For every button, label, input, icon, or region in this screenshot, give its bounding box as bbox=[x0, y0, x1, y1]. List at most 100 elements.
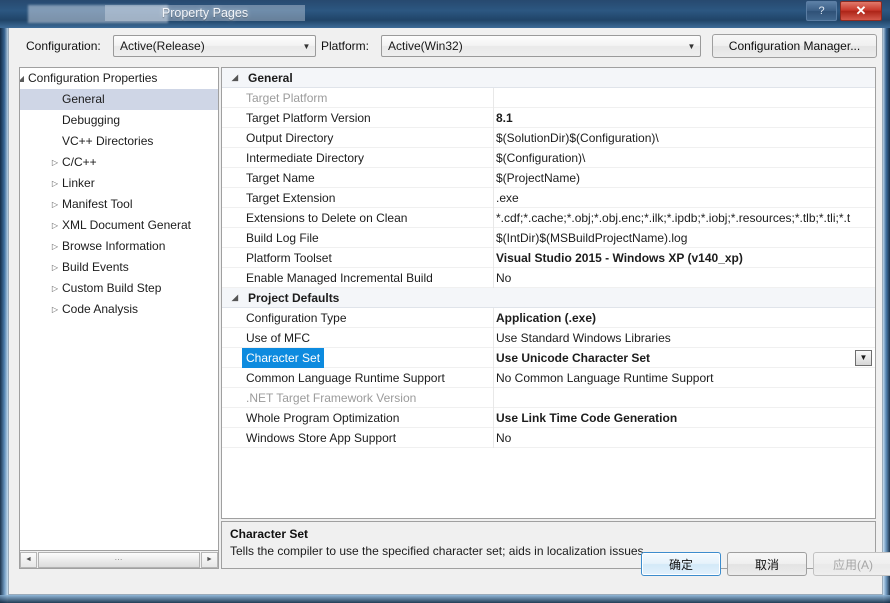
column-divider bbox=[493, 248, 494, 268]
property-value[interactable]: No bbox=[496, 428, 873, 448]
sidebar-item-label: Build Events bbox=[62, 260, 129, 274]
property-name: Output Directory bbox=[246, 131, 334, 145]
sidebar-item-custom-build-step[interactable]: ▷ Custom Build Step bbox=[20, 278, 218, 299]
sidebar-item-debugging[interactable]: Debugging bbox=[20, 110, 218, 131]
property-dropdown-button[interactable]: ▼ bbox=[855, 350, 872, 366]
property-value[interactable]: Use Unicode Character Set bbox=[496, 348, 873, 368]
column-divider bbox=[493, 308, 494, 328]
property-name: Use of MFC bbox=[246, 331, 311, 345]
window-title: Property Pages bbox=[105, 5, 305, 21]
property-grid[interactable]: ◢ General Target Platform Target Platform V… bbox=[221, 67, 876, 519]
property-name: Extensions to Delete on Clean bbox=[246, 211, 408, 225]
apply-button[interactable]: 应用(A) bbox=[813, 552, 890, 576]
sidebar-item-browse-information[interactable]: ▷ Browse Information bbox=[20, 236, 218, 257]
configuration-manager-button[interactable]: Configuration Manager... bbox=[712, 34, 877, 58]
property-row[interactable]: Target Name $(ProjectName) bbox=[222, 168, 875, 188]
property-value[interactable]: $(Configuration)\ bbox=[496, 148, 873, 168]
help-button[interactable]: ? bbox=[806, 1, 837, 21]
column-divider bbox=[493, 428, 494, 448]
property-value[interactable]: No bbox=[496, 268, 873, 288]
property-row[interactable]: Configuration Type Application (.exe) bbox=[222, 308, 875, 328]
ok-button[interactable]: 确定 bbox=[641, 552, 721, 576]
property-row[interactable]: Platform Toolset Visual Studio 2015 - Win… bbox=[222, 248, 875, 268]
scroll-left-arrow-icon[interactable]: ◄ bbox=[20, 551, 37, 568]
sidebar-item-c-c[interactable]: ▷ C/C++ bbox=[20, 152, 218, 173]
sidebar-item-label: Linker bbox=[62, 176, 95, 190]
sidebar-item-manifest-tool[interactable]: ▷ Manifest Tool bbox=[20, 194, 218, 215]
column-divider bbox=[493, 348, 494, 368]
column-divider bbox=[493, 108, 494, 128]
property-row[interactable]: Whole Program Optimization Use Link Time … bbox=[222, 408, 875, 428]
sidebar-item-label: VC++ Directories bbox=[62, 134, 154, 148]
sidebar-item-code-analysis[interactable]: ▷ Code Analysis bbox=[20, 299, 218, 320]
sidebar-item-label: General bbox=[62, 92, 105, 106]
configuration-toolbar: Configuration: Active(Release) ▼ Platfor… bbox=[9, 28, 884, 68]
property-name: Target Platform Version bbox=[246, 111, 371, 125]
sidebar-item-build-events[interactable]: ▷ Build Events bbox=[20, 257, 218, 278]
property-value[interactable]: Visual Studio 2015 - Windows XP (v140_xp… bbox=[496, 248, 873, 268]
expander-icon[interactable]: ▷ bbox=[48, 173, 62, 194]
property-name: Common Language Runtime Support bbox=[246, 371, 445, 385]
property-value[interactable]: .exe bbox=[496, 188, 873, 208]
title-bar[interactable]: Property Pages ? ✕ bbox=[0, 0, 890, 28]
expander-icon[interactable]: ◢ bbox=[228, 288, 242, 308]
sidebar-item-general[interactable]: General bbox=[20, 89, 218, 110]
property-row[interactable]: Enable Managed Incremental Build No bbox=[222, 268, 875, 288]
description-title: Character Set bbox=[230, 527, 309, 541]
window-border-left bbox=[0, 0, 8, 603]
property-value[interactable]: $(IntDir)$(MSBuildProjectName).log bbox=[496, 228, 873, 248]
cancel-button[interactable]: 取消 bbox=[727, 552, 807, 576]
property-value[interactable]: 8.1 bbox=[496, 108, 873, 128]
property-row[interactable]: Use of MFC Use Standard Windows Libraries bbox=[222, 328, 875, 348]
sidebar-item-xml-document-generat[interactable]: ▷ XML Document Generat bbox=[20, 215, 218, 236]
column-divider bbox=[493, 128, 494, 148]
platform-dropdown[interactable]: Active(Win32) ▼ bbox=[381, 35, 701, 57]
property-category-row[interactable]: ◢ General bbox=[222, 68, 875, 88]
expander-icon[interactable]: ▷ bbox=[48, 278, 62, 299]
chevron-down-icon: ▼ bbox=[302, 41, 311, 51]
expander-icon[interactable]: ▷ bbox=[48, 257, 62, 278]
property-row[interactable]: .NET Target Framework Version bbox=[222, 388, 875, 408]
property-value[interactable]: $(SolutionDir)$(Configuration)\ bbox=[496, 128, 873, 148]
property-name: Configuration Type bbox=[246, 311, 347, 325]
sidebar-item-configuration-properties[interactable]: ◢Configuration Properties bbox=[20, 68, 218, 89]
property-row[interactable]: Character Set Use Unicode Character Set ▼ bbox=[222, 348, 875, 368]
configuration-tree[interactable]: ◢Configuration Properties General Debuggin… bbox=[19, 67, 219, 551]
property-row[interactable]: Extensions to Delete on Clean *.cdf;*.cac… bbox=[222, 208, 875, 228]
property-row[interactable]: Target Extension .exe bbox=[222, 188, 875, 208]
property-value[interactable]: *.cdf;*.cache;*.obj;*.obj.enc;*.ilk;*.ip… bbox=[496, 208, 873, 228]
sidebar-item-linker[interactable]: ▷ Linker bbox=[20, 173, 218, 194]
scroll-right-arrow-icon[interactable]: ► bbox=[201, 551, 218, 568]
property-value[interactable]: $(ProjectName) bbox=[496, 168, 873, 188]
close-button[interactable]: ✕ bbox=[840, 1, 882, 21]
property-row[interactable]: Build Log File $(IntDir)$(MSBuildProjectN… bbox=[222, 228, 875, 248]
sidebar-item-label: Debugging bbox=[62, 113, 121, 127]
column-divider bbox=[493, 328, 494, 348]
property-row[interactable]: Windows Store App Support No bbox=[222, 428, 875, 448]
property-value[interactable]: Use Link Time Code Generation bbox=[496, 408, 873, 428]
expander-icon[interactable]: ▷ bbox=[48, 299, 62, 320]
scrollbar-thumb[interactable]: ⋯ bbox=[38, 551, 200, 568]
expander-icon[interactable]: ◢ bbox=[20, 68, 28, 89]
property-row[interactable]: Target Platform Version 8.1 bbox=[222, 108, 875, 128]
property-name: Target Name bbox=[246, 171, 315, 185]
sidebar-item-vc-directories[interactable]: VC++ Directories bbox=[20, 131, 218, 152]
configuration-dropdown[interactable]: Active(Release) ▼ bbox=[113, 35, 316, 57]
property-value[interactable]: No Common Language Runtime Support bbox=[496, 368, 873, 388]
expander-icon[interactable]: ◢ bbox=[228, 68, 242, 88]
configuration-value: Active(Release) bbox=[120, 39, 205, 53]
expander-icon[interactable]: ▷ bbox=[48, 236, 62, 257]
column-divider bbox=[493, 88, 494, 108]
tree-horizontal-scrollbar[interactable]: ◄ ⋯ ► bbox=[19, 551, 219, 569]
property-row[interactable]: Target Platform bbox=[222, 88, 875, 108]
property-value[interactable]: Application (.exe) bbox=[496, 308, 873, 328]
expander-icon[interactable]: ▷ bbox=[48, 215, 62, 236]
property-row[interactable]: Output Directory $(SolutionDir)$(Configur… bbox=[222, 128, 875, 148]
expander-icon[interactable]: ▷ bbox=[48, 152, 62, 173]
property-row[interactable]: Intermediate Directory $(Configuration)\ bbox=[222, 148, 875, 168]
property-row[interactable]: Common Language Runtime Support No Common… bbox=[222, 368, 875, 388]
column-divider bbox=[493, 168, 494, 188]
property-category-row[interactable]: ◢ Project Defaults bbox=[222, 288, 875, 308]
property-value[interactable]: Use Standard Windows Libraries bbox=[496, 328, 873, 348]
expander-icon[interactable]: ▷ bbox=[48, 194, 62, 215]
